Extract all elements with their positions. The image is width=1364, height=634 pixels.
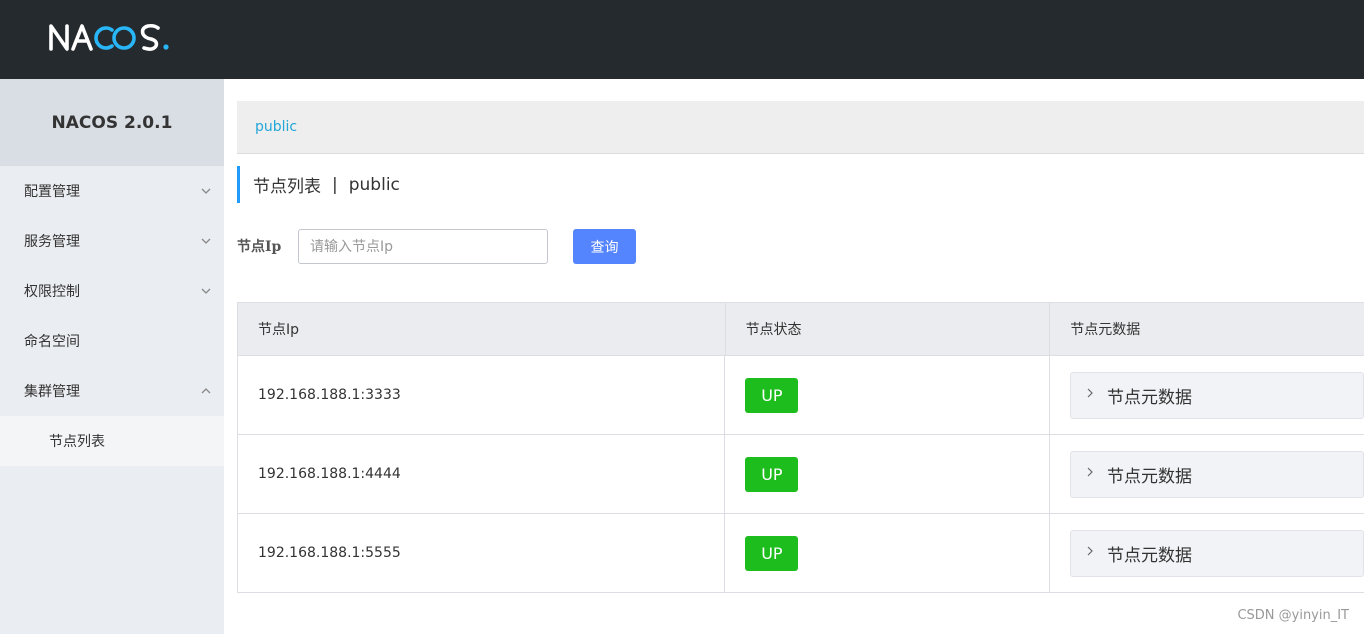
sidebar-item-label: 服务管理	[24, 234, 80, 250]
sidebar-item-access-control[interactable]: 权限控制	[0, 266, 224, 316]
chevron-right-icon	[1087, 467, 1093, 477]
column-header-node-metadata: 节点元数据	[1070, 322, 1141, 338]
metadata-expander[interactable]: 节点元数据	[1070, 450, 1364, 498]
node-metadata-cell: 节点元数据	[1050, 514, 1364, 592]
chevron-down-icon	[201, 238, 211, 244]
chevron-right-icon	[1087, 388, 1093, 398]
node-status-cell: UP	[725, 435, 1050, 513]
metadata-expander-label: 节点元数据	[1107, 466, 1192, 487]
node-ip-search-input[interactable]	[298, 229, 548, 264]
version-title: NACOS 2.0.1	[0, 79, 224, 166]
sidebar-item-label: 集群管理	[24, 384, 80, 400]
breadcrumb: public	[237, 101, 1364, 154]
chevron-right-icon	[1087, 546, 1093, 556]
column-header-node-ip: 节点Ip	[238, 303, 726, 355]
node-status-cell: UP	[725, 514, 1050, 592]
nacos-logo[interactable]	[48, 20, 172, 54]
chevron-up-icon	[201, 388, 211, 394]
table-header-row: 节点Ip 节点状态 节点元数据	[238, 303, 1364, 356]
table-row: 192.168.188.1:4444 UP 节点元数据	[238, 435, 1364, 514]
metadata-expander-label: 节点元数据	[1107, 387, 1192, 408]
status-badge: UP	[745, 535, 799, 571]
status-badge: UP	[745, 377, 799, 413]
node-metadata-cell: 节点元数据	[1050, 356, 1364, 434]
node-ip-label: 节点Ip	[237, 239, 282, 255]
chevron-down-icon	[201, 188, 211, 194]
namespace-link[interactable]: public	[255, 119, 297, 135]
sidebar-subitem-label: 节点列表	[49, 434, 105, 450]
metadata-expander-label: 节点元数据	[1107, 545, 1192, 566]
node-ip-cell: 192.168.188.1:3333	[238, 356, 726, 434]
metadata-expander[interactable]: 节点元数据	[1070, 371, 1364, 419]
node-status-cell: UP	[725, 356, 1050, 434]
sidebar: NACOS 2.0.1 配置管理 服务管理 权限控制 命名空间 集群管理 节点列…	[0, 79, 224, 634]
node-table: 节点Ip 节点状态 节点元数据 192.168.188.1:3333 UP 节点…	[237, 302, 1364, 593]
metadata-expander[interactable]: 节点元数据	[1070, 529, 1364, 577]
node-ip-cell: 192.168.188.1:4444	[238, 435, 726, 513]
table-row: 192.168.188.1:3333 UP 节点元数据	[238, 356, 1364, 435]
table-row: 192.168.188.1:5555 UP 节点元数据	[238, 514, 1364, 593]
query-button[interactable]: 查询	[573, 229, 636, 264]
page-title-namespace: public	[348, 174, 400, 195]
node-ip-cell: 192.168.188.1:5555	[238, 514, 726, 592]
title-separator: |	[332, 174, 338, 195]
sidebar-item-label: 命名空间	[24, 334, 80, 350]
sidebar-item-cluster-management[interactable]: 集群管理	[0, 366, 224, 416]
sidebar-item-service-management[interactable]: 服务管理	[0, 216, 224, 266]
top-navbar	[0, 0, 1364, 79]
page-title: 节点列表 | public	[237, 166, 400, 203]
status-badge: UP	[745, 456, 799, 492]
chevron-down-icon	[201, 288, 211, 294]
page-title-text: 节点列表	[253, 177, 321, 197]
node-metadata-cell: 节点元数据	[1050, 435, 1364, 513]
sidebar-item-label: 权限控制	[24, 284, 80, 300]
sidebar-item-label: 配置管理	[24, 184, 80, 200]
sidebar-item-namespace[interactable]: 命名空间	[0, 316, 224, 366]
watermark-text: CSDN @yinyin_IT	[1237, 608, 1349, 623]
column-header-node-status: 节点状态	[726, 303, 1051, 355]
sidebar-item-config-management[interactable]: 配置管理	[0, 166, 224, 216]
sidebar-subitem-node-list[interactable]: 节点列表	[0, 416, 224, 466]
